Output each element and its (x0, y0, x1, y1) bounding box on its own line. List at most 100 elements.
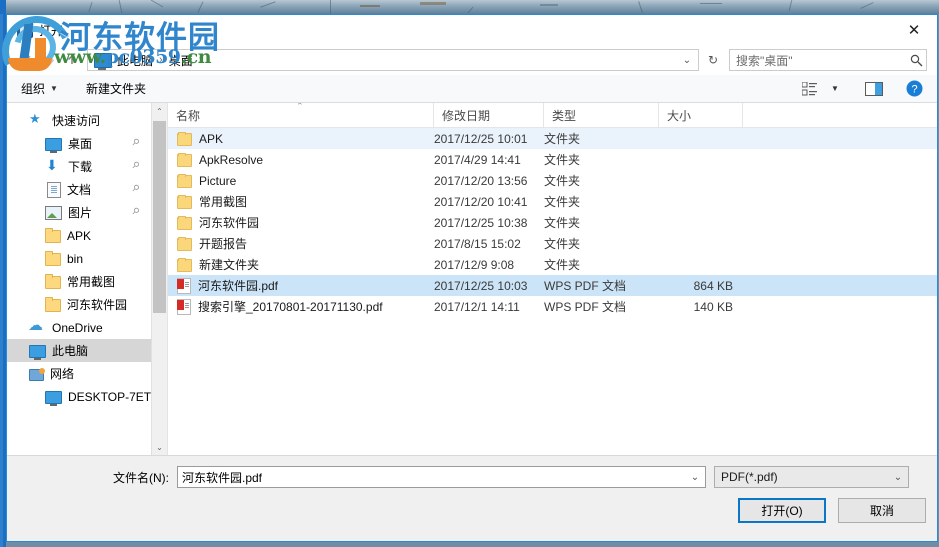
column-header-size[interactable]: 大小 (659, 103, 743, 127)
file-name-cell: 常用截图 (168, 193, 434, 210)
file-name-cell: 河东软件园 (168, 214, 434, 231)
sidebar-item-5[interactable]: APK (7, 224, 151, 247)
filename-input[interactable]: 河东软件园.pdf ⌄ (177, 466, 706, 488)
column-header-date[interactable]: 修改日期 (434, 103, 544, 127)
sort-indicator-icon: ⌃ (296, 103, 304, 111)
open-button[interactable]: 打开(O) (738, 498, 826, 523)
back-arrow-icon[interactable] (17, 49, 39, 71)
view-list-icon[interactable] (797, 78, 823, 100)
table-row[interactable]: 开题报告 2017/8/15 15:02 文件夹 (168, 233, 937, 254)
sidebar-item-10[interactable]: 此电脑 (7, 339, 151, 362)
file-date-cell: 2017/12/9 9:08 (434, 257, 515, 272)
star-icon (29, 111, 46, 129)
scroll-down-icon[interactable]: ⌄ (152, 439, 167, 455)
filetype-select[interactable]: PDF(*.pdf) ⌄ (714, 466, 909, 488)
cancel-button[interactable]: 取消 (838, 498, 926, 523)
navigation-list: 快速访问桌面 ⚲ 下载 ⚲ 文档 ⚲ 图片 ⚲ APK bin 常用截图河东软件园 OneDrive 此… (7, 103, 151, 455)
sidebar-item-0[interactable]: 快速访问 (7, 109, 151, 132)
sidebar-item-label: 文档 (67, 183, 92, 197)
scrollbar-thumb[interactable] (153, 121, 166, 313)
file-size-cell: 140 KB (693, 299, 733, 314)
new-folder-button[interactable]: 新建文件夹 (86, 80, 146, 97)
monitor-icon (45, 391, 62, 406)
file-name-label: APK (199, 131, 224, 146)
sidebar-item-9[interactable]: OneDrive (7, 316, 151, 339)
file-name-cell: 开题报告 (168, 235, 434, 252)
close-icon[interactable]: ✕ (891, 15, 937, 45)
file-name-cell: 搜索引擎_20170801-20171130.pdf (168, 298, 434, 315)
file-rows-container: APK 2017/12/25 10:01 文件夹 ApkResolve 2017/4/2… (168, 128, 937, 317)
filename-row: 文件名(N): 河东软件园.pdf ⌄ PDF(*.pdf) ⌄ (7, 465, 937, 489)
sidebar-item-label: 快速访问 (52, 114, 101, 128)
desktop-wallpaper (0, 0, 939, 14)
sidebar-item-label: 图片 (68, 206, 93, 220)
document-icon (47, 181, 61, 198)
chevron-down-icon: ▼ (50, 84, 58, 93)
file-name-label: ApkResolve (199, 152, 264, 167)
file-date-cell: 2017/12/25 10:03 (434, 278, 528, 293)
chevron-down-icon[interactable]: ⌄ (685, 472, 705, 483)
preview-pane-icon[interactable] (861, 78, 887, 100)
table-row[interactable]: ApkResolve 2017/4/29 14:41 文件夹 (168, 149, 937, 170)
search-input[interactable]: 搜索"桌面" (730, 52, 906, 69)
folder-icon (45, 251, 61, 266)
folder-icon (177, 257, 192, 272)
sidebar-item-6[interactable]: bin (7, 247, 151, 270)
chevron-down-icon[interactable]: ⌄ (888, 472, 908, 483)
organize-button[interactable]: 组织 ▼ (21, 80, 58, 97)
filename-value[interactable]: 河东软件园.pdf (178, 469, 685, 486)
sidebar-item-1[interactable]: 桌面 ⚲ (7, 132, 151, 155)
breadcrumb-item-this-pc[interactable]: 此电脑 (117, 52, 153, 69)
table-row[interactable]: 常用截图 2017/12/20 10:41 文件夹 (168, 191, 937, 212)
file-name-cell: APK (168, 131, 434, 146)
chevron-down-icon[interactable]: ⌄ (676, 50, 698, 70)
file-type-cell: 文件夹 (544, 258, 581, 272)
file-type-cell: 文件夹 (544, 237, 581, 251)
sidebar-item-3[interactable]: 文档 ⚲ (7, 178, 151, 201)
sidebar-item-label: APK (67, 228, 92, 243)
network-icon (29, 367, 45, 381)
search-box[interactable]: 搜索"桌面" (729, 49, 927, 71)
forward-arrow-icon[interactable] (39, 49, 61, 71)
breadcrumb-item-desktop[interactable]: 桌面 (169, 52, 193, 69)
sidebar-item-4[interactable]: 图片 ⚲ (7, 201, 151, 224)
file-name-label: 新建文件夹 (199, 258, 260, 272)
file-name-cell: ApkResolve (168, 152, 434, 167)
table-row[interactable]: 河东软件园 2017/12/25 10:38 文件夹 (168, 212, 937, 233)
dialog-button-row: 打开(O) 取消 (738, 498, 926, 523)
file-size-cell: 864 KB (693, 278, 733, 293)
file-name-label: 常用截图 (199, 195, 248, 209)
sidebar-item-7[interactable]: 常用截图 (7, 270, 151, 293)
help-icon[interactable]: ? (901, 78, 927, 100)
up-arrow-icon[interactable] (61, 49, 83, 71)
table-row[interactable]: APK 2017/12/25 10:01 文件夹 (168, 128, 937, 149)
column-header-type[interactable]: 类型 (544, 103, 659, 127)
file-type-cell: 文件夹 (544, 132, 581, 146)
pin-icon[interactable]: ⚲ (129, 182, 142, 194)
file-type-cell: 文件夹 (544, 174, 581, 188)
file-date-cell: 2017/12/1 14:11 (434, 299, 520, 314)
sidebar-item-11[interactable]: 网络 (7, 362, 151, 385)
refresh-icon[interactable]: ↻ (701, 48, 725, 72)
table-row[interactable]: 新建文件夹 2017/12/9 9:08 文件夹 (168, 254, 937, 275)
pin-icon[interactable]: ⚲ (129, 136, 142, 148)
sidebar-item-label: 河东软件园 (67, 298, 128, 312)
folder-icon (177, 194, 192, 209)
address-bar[interactable]: 此电脑 › 桌面 › ⌄ (87, 49, 699, 71)
table-row[interactable]: 搜索引擎_20170801-20171130.pdf 2017/12/1 14:1… (168, 296, 937, 317)
scroll-up-icon[interactable]: ⌃ (152, 103, 167, 119)
pin-icon[interactable]: ⚲ (129, 205, 142, 217)
column-header-row: 名称 修改日期 类型 大小 ⌃ (168, 103, 937, 128)
sidebar-item-2[interactable]: 下载 ⚲ (7, 155, 151, 178)
table-row[interactable]: 河东软件园.pdf 2017/12/25 10:03 WPS PDF 文档 864 K… (168, 275, 937, 296)
sidebar-item-label: bin (67, 251, 84, 266)
file-name-cell: 新建文件夹 (168, 256, 434, 273)
pin-icon[interactable]: ⚲ (129, 159, 142, 171)
view-dropdown-caret-icon[interactable]: ▼ (827, 78, 843, 100)
navigation-scrollbar[interactable]: ⌃ ⌄ (151, 103, 167, 455)
sidebar-item-label: 下载 (68, 160, 93, 174)
table-row[interactable]: Picture 2017/12/20 13:56 文件夹 (168, 170, 937, 191)
sidebar-item-8[interactable]: 河东软件园 (7, 293, 151, 316)
toolbar: 组织 ▼ 新建文件夹 ▼ ? (7, 75, 937, 103)
sidebar-item-12[interactable]: DESKTOP-7ETC (7, 385, 151, 408)
